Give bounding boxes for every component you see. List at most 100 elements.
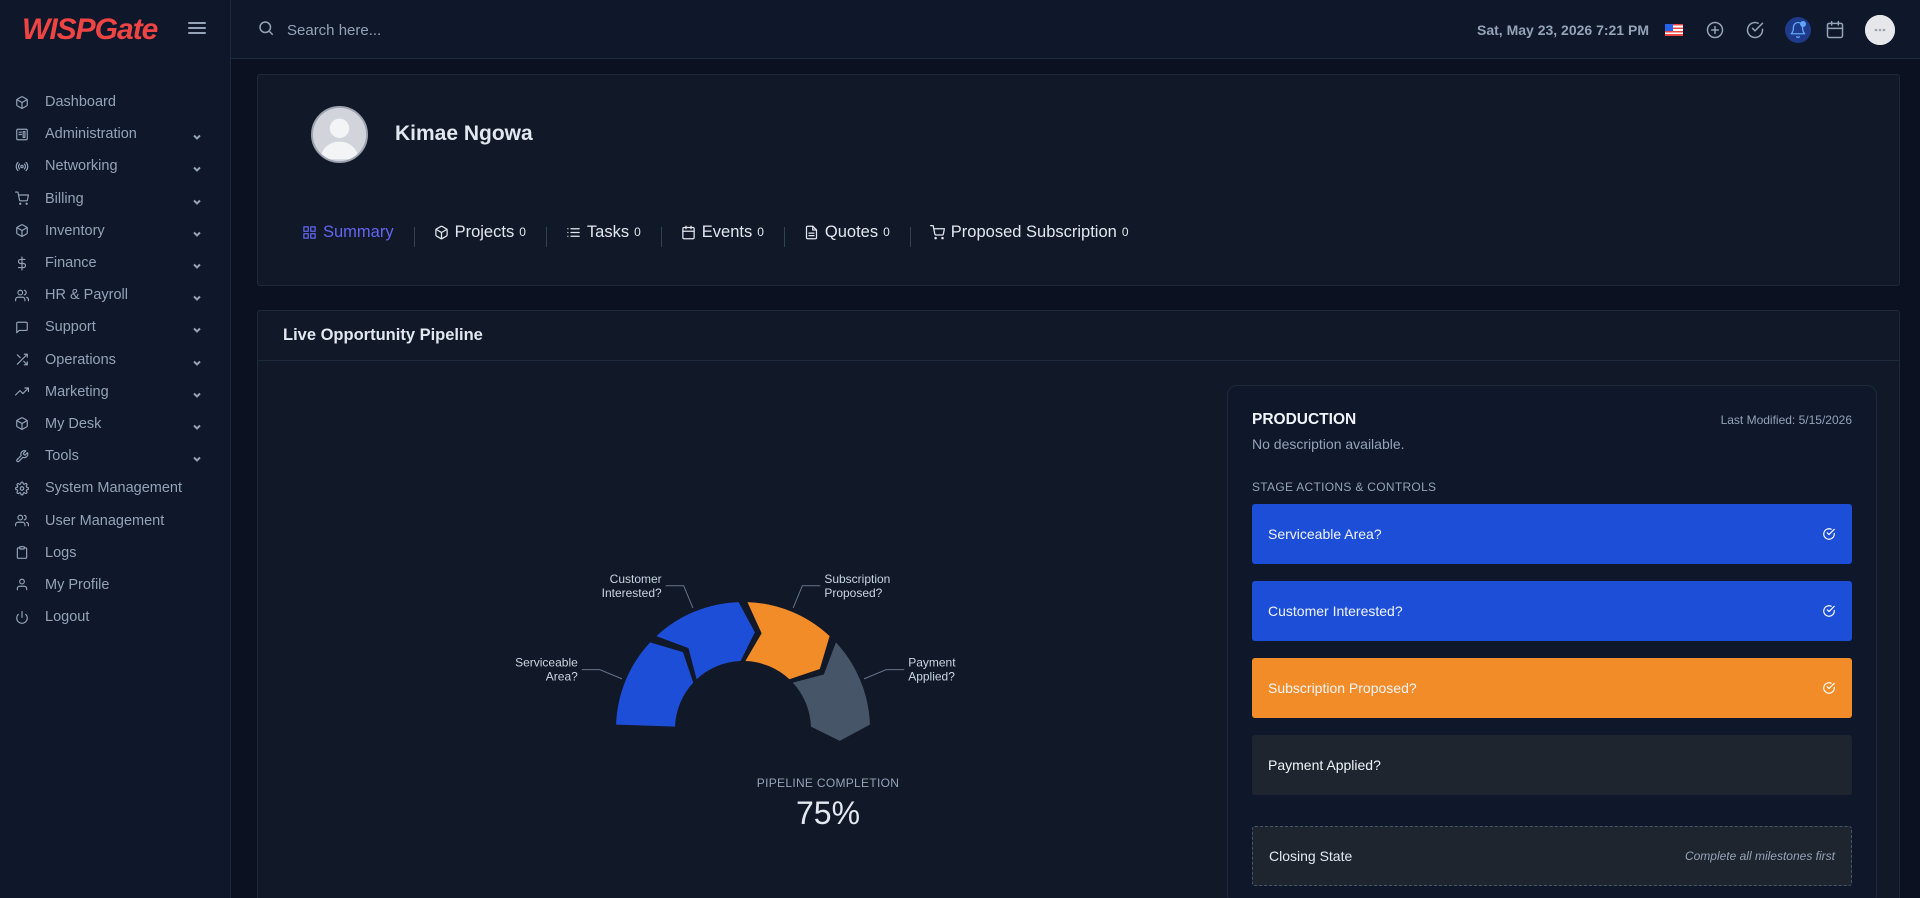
sidebar-item-operations[interactable]: Operations <box>0 344 230 376</box>
completion-label: PIPELINE COMPLETION <box>756 776 900 790</box>
sidebar-item-administration[interactable]: Administration <box>0 118 230 150</box>
profile-tabs: Summary Projects 0 Tasks 0 Events 0 Quotes 0 Prop… <box>302 218 1149 247</box>
closing-state: Closing State Complete all milestones fi… <box>1252 826 1852 886</box>
tab-label: Quotes <box>824 222 879 241</box>
search-input[interactable] <box>287 17 687 43</box>
chart-segment-serviceable-area[interactable] <box>616 642 694 727</box>
sidebar-item-support[interactable]: Support <box>0 311 230 343</box>
sidebar-item-system-management[interactable]: System Management <box>0 472 230 504</box>
sidebar-item-hr-payroll[interactable]: HR & Payroll <box>0 279 230 311</box>
tab-projects[interactable]: Projects 0 <box>413 222 546 247</box>
calendar-icon <box>681 225 696 240</box>
sidebar-item-my-profile[interactable]: My Profile <box>0 569 230 601</box>
chart-leader-line <box>792 585 821 609</box>
chart-leader-line <box>581 669 623 680</box>
stage-description: No description available. <box>1252 436 1405 452</box>
stage-action-subscription-proposed[interactable]: Subscription Proposed? <box>1252 658 1852 718</box>
grid-icon <box>302 225 317 240</box>
chevron-down-icon <box>192 322 202 334</box>
chart-segment-subscription-proposed[interactable] <box>745 602 830 680</box>
sidebar-item-label: Administration <box>45 126 137 143</box>
search-icon <box>257 19 275 37</box>
app-logo[interactable]: WISPGate <box>22 13 158 47</box>
notification-dot <box>1800 20 1806 27</box>
shuffle-icon <box>15 353 29 367</box>
box-icon <box>15 95 29 109</box>
profile-card: Kimae Ngowa Summary Projects 0 Tasks 0 Events… <box>257 74 1900 286</box>
completion-value: 75% <box>795 795 861 831</box>
pipeline-card: Live Opportunity Pipeline Serviceable Are… <box>257 310 1900 898</box>
package-icon <box>434 225 449 240</box>
sidebar-item-logout[interactable]: Logout <box>0 601 230 633</box>
chart-label-line: Serviceable <box>515 656 578 670</box>
notification-bell-icon[interactable] <box>1785 16 1811 43</box>
chart-label-line: Area? <box>546 670 578 684</box>
chevron-down-icon <box>192 290 202 302</box>
chevron-down-icon <box>192 129 202 141</box>
sidebar-item-inventory[interactable]: Inventory <box>0 215 230 247</box>
sidebar-item-label: My Profile <box>45 576 110 593</box>
check-circle-icon <box>1822 681 1836 695</box>
sidebar-item-label: Finance <box>45 255 97 272</box>
tab-count: 0 <box>1121 225 1129 239</box>
hamburger-menu-icon[interactable] <box>188 19 206 39</box>
tab-count: 0 <box>634 225 641 239</box>
sidebar-item-label: Dashboard <box>45 94 116 111</box>
us-flag-icon[interactable] <box>1665 23 1683 36</box>
stage-action-serviceable-area[interactable]: Serviceable Area? <box>1252 504 1852 564</box>
power-icon <box>15 610 29 624</box>
list-icon <box>566 225 581 240</box>
tab-summary[interactable]: Summary <box>302 223 414 242</box>
sidebar-item-tools[interactable]: Tools <box>0 440 230 472</box>
tab-events[interactable]: Events 0 <box>660 223 784 247</box>
check-circle-icon <box>1822 527 1836 541</box>
tab-quotes[interactable]: Quotes 0 <box>783 222 910 247</box>
sidebar-item-label: My Desk <box>45 415 102 432</box>
tab-proposed-subscription[interactable]: Proposed Subscription 0 <box>909 223 1149 247</box>
sidebar-item-logs[interactable]: Logs <box>0 537 230 569</box>
header-datetime: Sat, May 23, 2026 7:21 PM <box>1477 21 1649 38</box>
sidebar-item-label: Inventory <box>45 222 105 239</box>
sidebar-item-my-desk[interactable]: My Desk <box>0 408 230 440</box>
sidebar-item-label: Logs <box>45 544 77 561</box>
tab-label: Projects <box>454 222 515 241</box>
chevron-down-icon <box>192 355 202 366</box>
sidebar-item-label: Tools <box>45 448 79 465</box>
calendar-icon[interactable] <box>1825 20 1845 40</box>
sidebar-nav: Dashboard Administration Networking Billing… <box>0 59 230 633</box>
document-icon <box>804 225 819 240</box>
trending-icon <box>15 385 29 399</box>
chevron-down-icon <box>192 258 202 269</box>
chevron-down-icon <box>192 226 202 237</box>
chart-label-line: Applied? <box>908 670 955 684</box>
chevron-down-icon <box>192 419 202 430</box>
sidebar: WISPGate Dashboard Administration Networki… <box>0 0 231 898</box>
closing-state-label: Closing State <box>1269 848 1353 864</box>
gear-icon <box>15 481 29 496</box>
sidebar-item-finance[interactable]: Finance <box>0 247 230 279</box>
sidebar-item-billing[interactable]: Billing <box>0 183 230 215</box>
users-icon <box>15 288 29 302</box>
chart-label-line: Customer <box>610 572 662 586</box>
stage-action-payment-applied[interactable]: Payment Applied? <box>1252 735 1852 795</box>
cube-icon <box>15 417 29 431</box>
tab-count: 0 <box>757 225 764 239</box>
chart-label-line: Proposed? <box>824 586 882 600</box>
user-avatar[interactable] <box>1865 14 1895 45</box>
sidebar-item-networking[interactable]: Networking <box>0 150 230 182</box>
sidebar-item-label: System Management <box>45 480 183 497</box>
package-icon <box>15 224 29 238</box>
stage-section-label: STAGE ACTIONS & CONTROLS <box>1252 480 1437 494</box>
chevron-down-icon <box>192 161 202 173</box>
tab-tasks[interactable]: Tasks 0 <box>545 223 661 247</box>
check-circle-icon[interactable] <box>1745 20 1765 40</box>
dollar-icon <box>15 256 29 271</box>
closing-state-hint: Complete all milestones first <box>1684 849 1835 863</box>
sidebar-item-marketing[interactable]: Marketing <box>0 376 230 408</box>
sidebar-item-label: Logout <box>45 609 90 626</box>
tab-count: 0 <box>883 225 890 239</box>
add-circle-icon[interactable] <box>1705 20 1725 40</box>
sidebar-item-user-management[interactable]: User Management <box>0 504 230 536</box>
sidebar-item-dashboard[interactable]: Dashboard <box>0 86 230 118</box>
stage-action-customer-interested[interactable]: Customer Interested? <box>1252 581 1852 641</box>
